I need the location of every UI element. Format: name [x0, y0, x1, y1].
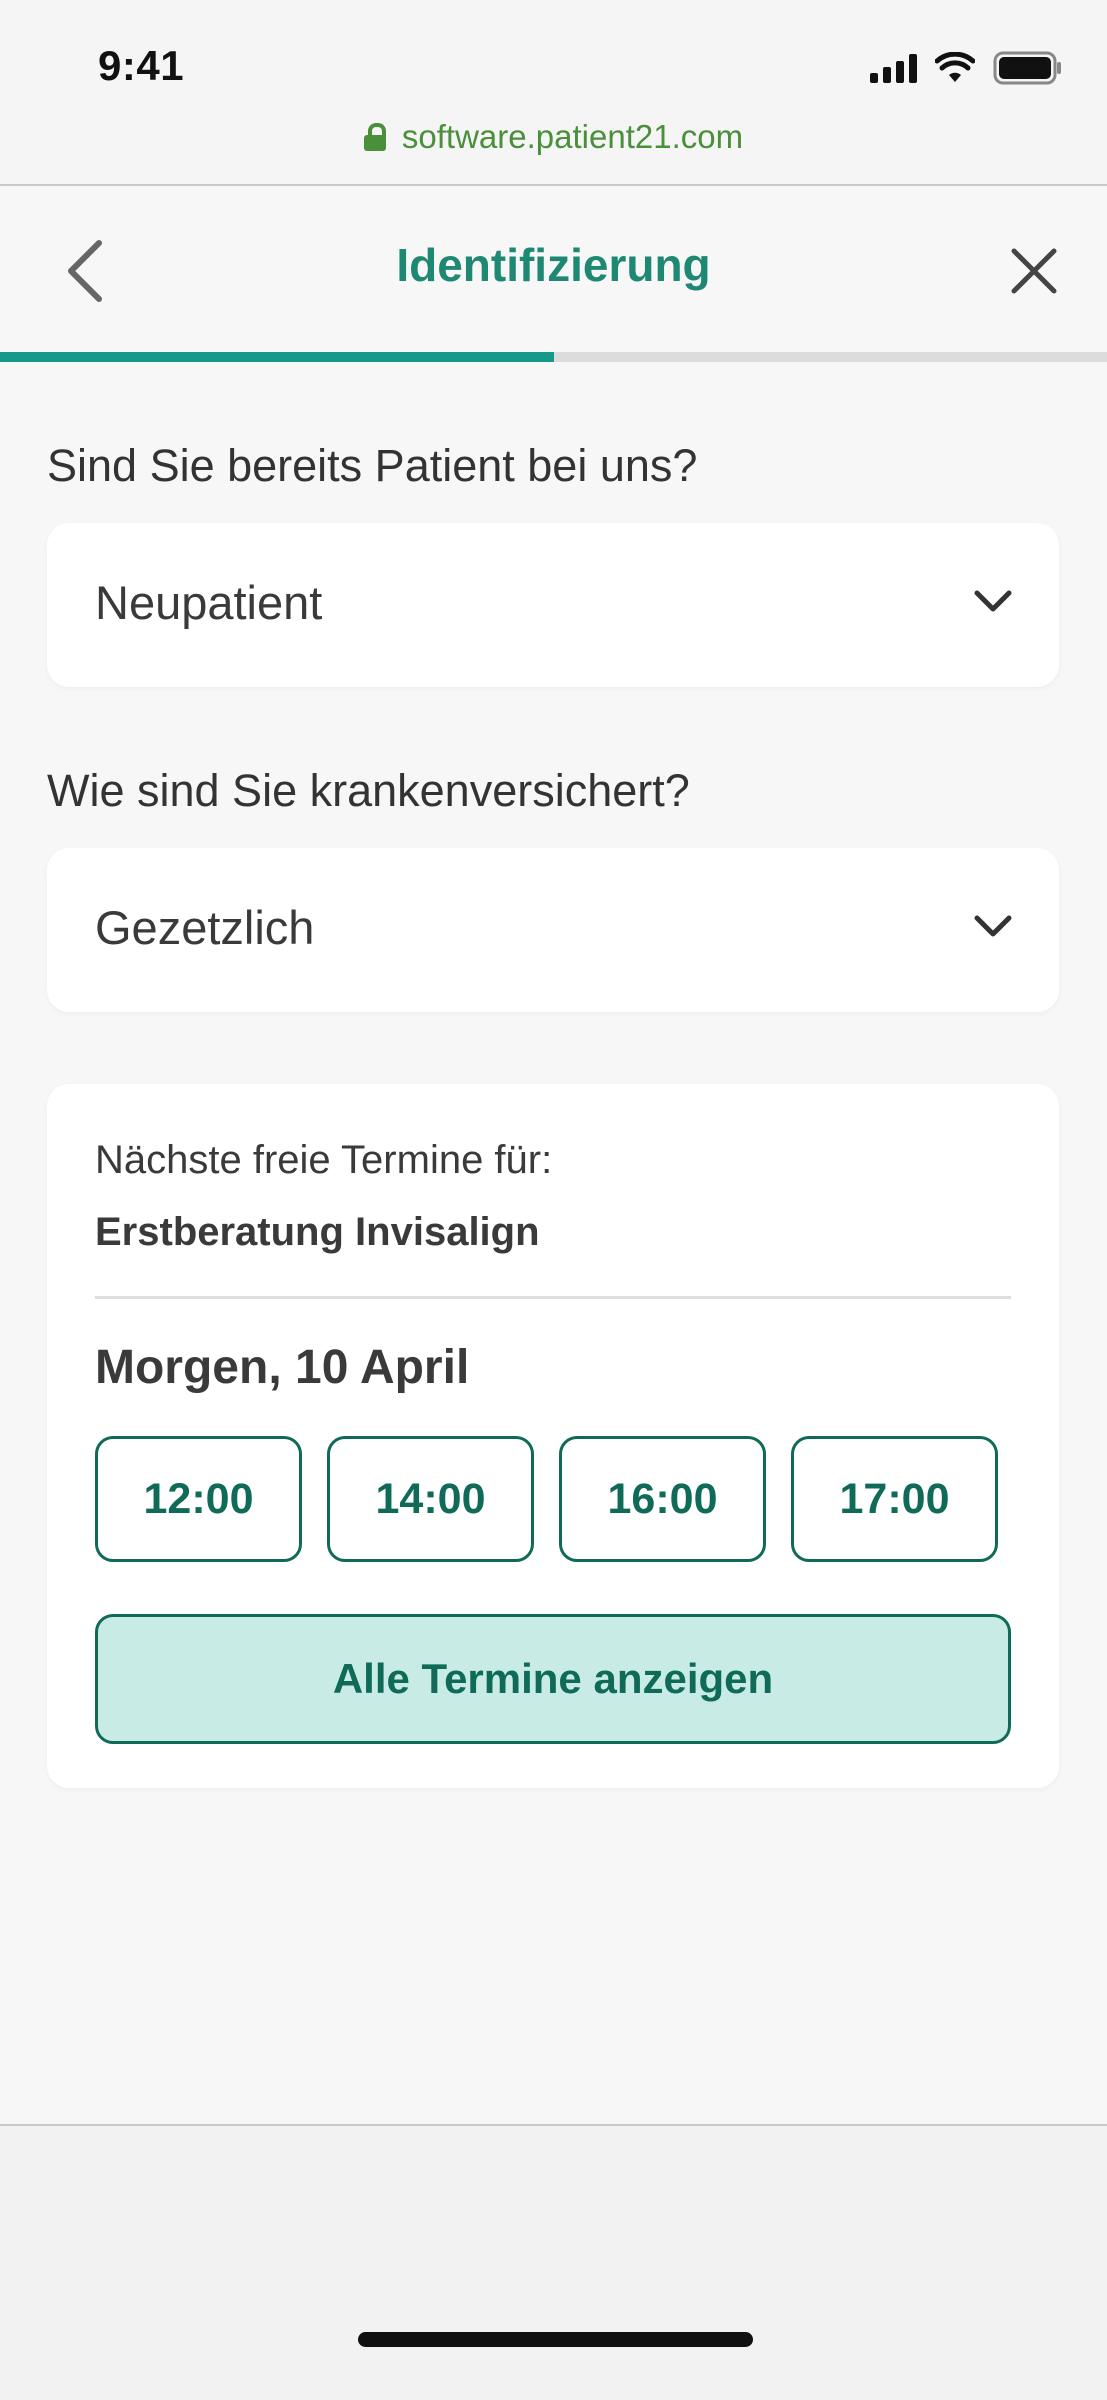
- appointment-label: Nächste freie Termine für:: [95, 1138, 553, 1182]
- status-icons: [870, 48, 1063, 88]
- wifi-icon: [935, 52, 975, 82]
- status-bar: 9:41 software.patient21.com: [0, 0, 1107, 186]
- close-button[interactable]: [989, 226, 1079, 316]
- close-icon: [1011, 248, 1057, 294]
- insurance-value: Gezetzlich: [95, 901, 315, 954]
- status-clock: 9:41: [98, 42, 185, 89]
- show-all-appointments-button[interactable]: Alle Termine anzeigen: [95, 1614, 1011, 1744]
- browser-bottom-bar: [0, 2124, 1107, 2400]
- treatment-name: Erstberatung Invisalign: [95, 1210, 540, 1254]
- time-slot-button[interactable]: 12:00: [95, 1436, 302, 1562]
- chevron-down-icon: [974, 590, 1012, 612]
- time-slot-list: 12:00 14:00 16:00 17:00: [95, 1436, 1011, 1562]
- time-slot-button[interactable]: 14:00: [327, 1436, 534, 1562]
- url-text: software.patient21.com: [401, 118, 744, 155]
- appointment-date: Morgen, 10 April: [95, 1341, 470, 1394]
- back-button[interactable]: [40, 226, 130, 316]
- time-slot-button[interactable]: 17:00: [791, 1436, 998, 1562]
- lock-icon: [363, 123, 386, 151]
- insurance-select[interactable]: Gezetzlich: [47, 848, 1059, 1012]
- time-slot-button[interactable]: 16:00: [559, 1436, 766, 1562]
- progress-bar: [0, 352, 1107, 362]
- page-title: Identifizierung: [396, 239, 711, 291]
- cellular-signal-icon: [870, 53, 917, 83]
- chevron-left-icon: [68, 240, 102, 302]
- progress-bar-fill: [0, 352, 554, 362]
- url-bar[interactable]: software.patient21.com: [0, 118, 1107, 156]
- home-indicator[interactable]: [358, 2332, 753, 2347]
- app-header: Identifizierung: [0, 186, 1107, 352]
- insurance-question-label: Wie sind Sie krankenversichert?: [47, 765, 690, 816]
- patient-question-label: Sind Sie bereits Patient bei uns?: [47, 440, 698, 491]
- patient-status-select[interactable]: Neupatient: [47, 523, 1059, 687]
- battery-icon: [993, 51, 1061, 85]
- appointment-card: Nächste freie Termine für: Erstberatung …: [47, 1084, 1059, 1788]
- chevron-down-icon: [974, 915, 1012, 937]
- card-divider: [95, 1296, 1011, 1299]
- patient-status-value: Neupatient: [95, 576, 323, 629]
